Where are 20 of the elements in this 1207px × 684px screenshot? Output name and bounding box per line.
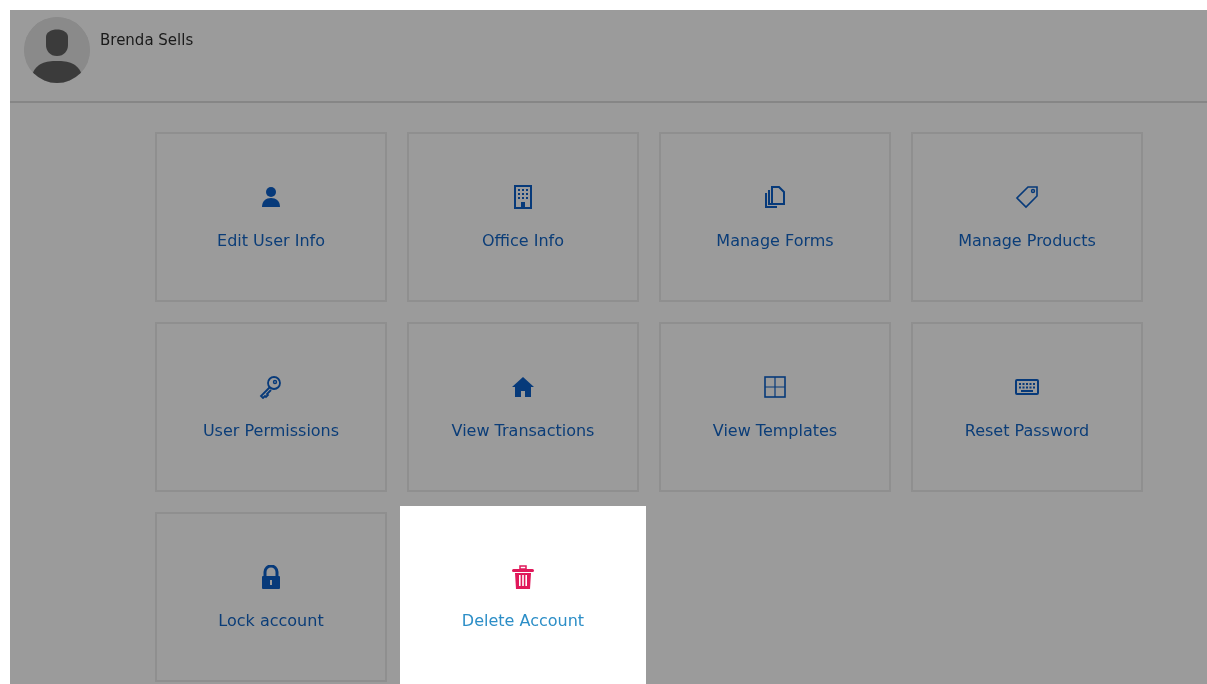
- menu-tile[interactable]: Manage Products: [911, 132, 1143, 302]
- house-icon: [511, 374, 535, 399]
- menu-tile[interactable]: Delete Account: [400, 506, 646, 684]
- menu-tile[interactable]: Lock account: [155, 512, 387, 682]
- grid-icon: [763, 374, 787, 399]
- copies-icon: [763, 184, 787, 209]
- menu-tile[interactable]: User Permissions: [155, 322, 387, 492]
- tag-icon: [1015, 184, 1039, 209]
- menu-tile[interactable]: Office Info: [407, 132, 639, 302]
- menu-tile[interactable]: Manage Forms: [659, 132, 891, 302]
- lock-icon: [259, 564, 283, 589]
- menu-tile[interactable]: View Transactions: [407, 322, 639, 492]
- menu-tile[interactable]: Edit User Info: [155, 132, 387, 302]
- trash-icon: [511, 564, 535, 589]
- building-icon: [511, 184, 535, 209]
- person-icon: [259, 184, 283, 209]
- menu-tile[interactable]: View Templates: [659, 322, 891, 492]
- key-icon: [259, 374, 283, 399]
- user-name: Brenda Sells: [100, 31, 194, 49]
- menu-tile[interactable]: Reset Password: [911, 322, 1143, 492]
